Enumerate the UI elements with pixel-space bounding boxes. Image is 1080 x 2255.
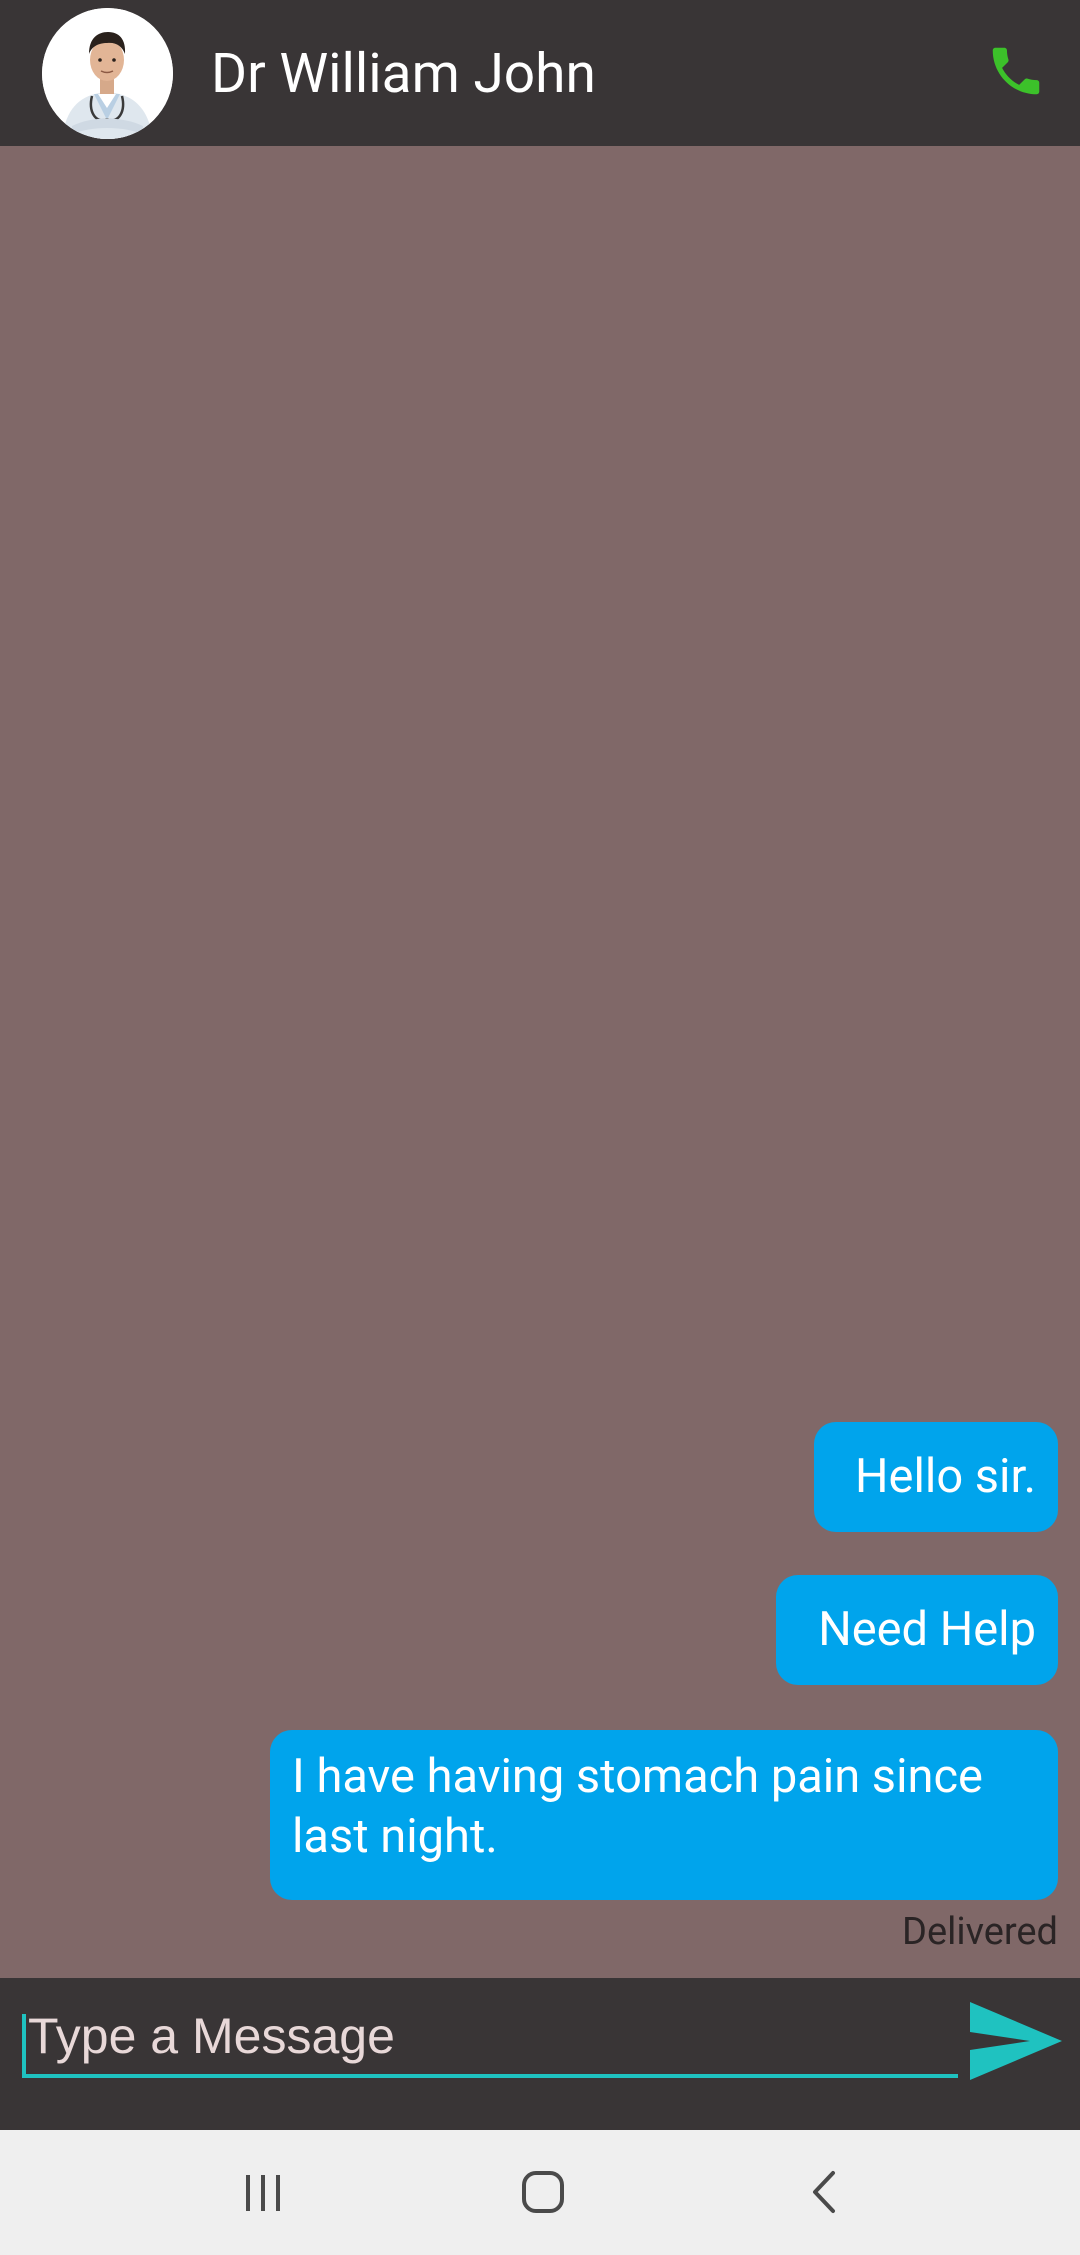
chat-screen: Dr William John Hello sir. Need Help I h…: [0, 0, 1080, 2255]
delivery-status: Delivered: [902, 1910, 1058, 1954]
composer-bar: [0, 1978, 1080, 2130]
contact-avatar[interactable]: [42, 8, 173, 139]
home-button[interactable]: [503, 2160, 583, 2224]
chat-header: Dr William John: [0, 0, 1080, 146]
back-button[interactable]: [785, 2160, 865, 2224]
doctor-avatar-icon: [42, 8, 173, 139]
message-bubble[interactable]: Hello sir.: [814, 1422, 1058, 1532]
send-icon: [970, 2002, 1062, 2080]
contact-name: Dr William John: [211, 42, 596, 106]
call-button[interactable]: [985, 40, 1047, 102]
recent-apps-icon: [246, 2175, 280, 2211]
back-icon: [813, 2171, 835, 2213]
message-list[interactable]: Hello sir. Need Help I have having stoma…: [0, 146, 1080, 1978]
home-icon: [522, 2171, 564, 2213]
text-caret: [22, 2014, 26, 2078]
message-bubble[interactable]: Need Help: [776, 1575, 1058, 1685]
message-bubble[interactable]: I have having stomach pain since last ni…: [270, 1730, 1058, 1900]
message-input[interactable]: [22, 1998, 958, 2078]
system-nav-bar: [0, 2130, 1080, 2255]
recent-apps-button[interactable]: [223, 2160, 303, 2224]
phone-icon: [992, 47, 1040, 95]
send-button[interactable]: [968, 2000, 1064, 2082]
